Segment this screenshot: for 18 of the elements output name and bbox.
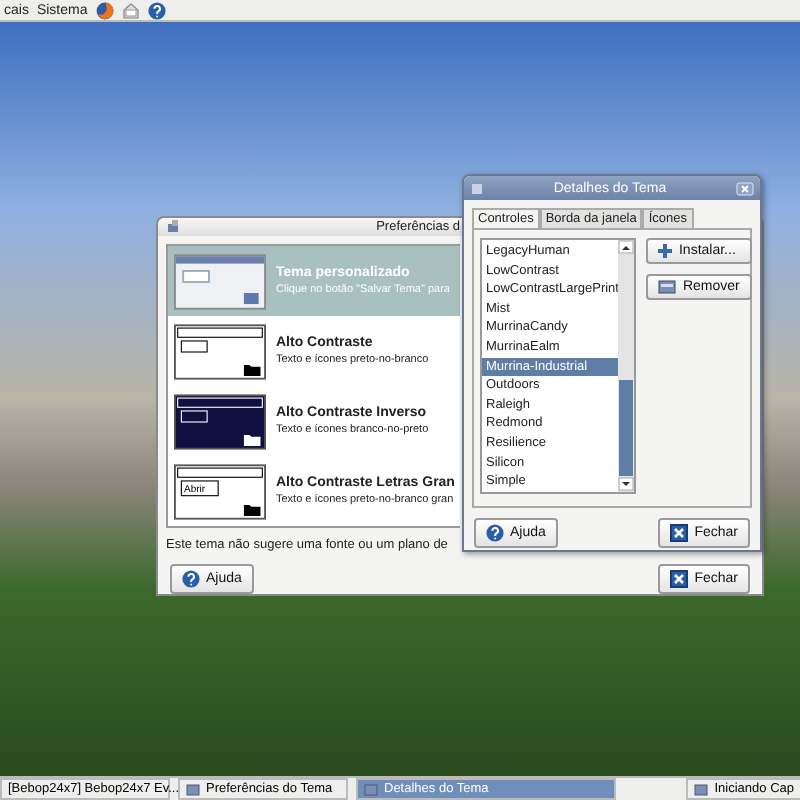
theme-thumbnail xyxy=(174,463,266,519)
close-icon[interactable] xyxy=(736,181,754,195)
theme-thumbnail xyxy=(174,323,266,379)
window-menu-icon[interactable] xyxy=(166,220,180,234)
theme-thumbnail xyxy=(174,253,266,309)
window-menu-icon[interactable] xyxy=(470,181,484,195)
window-icon xyxy=(186,782,200,796)
help-icon[interactable] xyxy=(147,1,166,19)
help-icon xyxy=(182,570,200,588)
scrollbar[interactable] xyxy=(618,240,635,492)
remove-icon xyxy=(658,280,677,294)
theme-thumbnail xyxy=(174,393,266,449)
plus-icon xyxy=(658,244,673,258)
close-icon xyxy=(670,524,689,542)
globe-icon[interactable] xyxy=(95,1,114,19)
help-icon xyxy=(486,524,504,542)
window-icon xyxy=(364,782,378,796)
close-icon xyxy=(670,570,689,588)
